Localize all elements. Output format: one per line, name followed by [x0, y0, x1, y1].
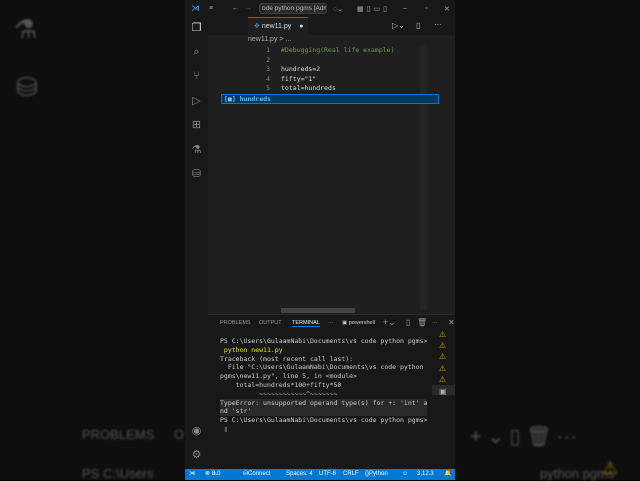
code-line: hundreds=2 — [281, 65, 321, 74]
warning-icon[interactable]: ⚠ — [439, 352, 446, 361]
panel-close-icon[interactable]: ✕ — [448, 318, 455, 327]
bg-problems: PROBLEMS — [82, 427, 155, 442]
split-editor-icon[interactable]: ▯ — [416, 21, 420, 30]
connect-status[interactable]: ⛁ Connect — [243, 469, 270, 480]
split-terminal-icon[interactable]: ▯ — [406, 318, 410, 327]
command-center-search[interactable]: ode python pgms [Admin] — [259, 3, 327, 14]
line-number: 3 — [266, 65, 270, 74]
flask-icon: ⚗ — [14, 14, 38, 44]
account-icon[interactable]: ◉ — [190, 425, 203, 438]
horizontal-scrollbar[interactable] — [281, 308, 355, 313]
tab-terminal[interactable]: TERMINAL — [292, 320, 320, 327]
terminal-line: ▯ — [220, 424, 228, 433]
terminal-line: pgms\new11.py", line 5, in <module> — [220, 372, 357, 381]
autocomplete-suggestion[interactable]: [■] hundreds — [221, 94, 439, 104]
panel-more[interactable]: ··· — [328, 320, 334, 326]
bg-o: O — [174, 427, 185, 442]
terminal-line: File "C:\Users\GulaamNabi\Documents\vs c… — [220, 363, 424, 372]
trash-icon[interactable]: 🗑 — [417, 318, 427, 327]
editor-tabs: ✥ new11.py ● ▷⌄ ▯ ··· — [208, 17, 455, 35]
maximize-button[interactable]: ▫ — [425, 5, 427, 12]
encoding-status[interactable]: UTF-8 — [319, 469, 336, 480]
source-control-icon[interactable]: ⑂ — [190, 70, 203, 83]
terminal-output[interactable]: PS C:\Users\GulaamNabi\Documents\vs code… — [220, 337, 428, 434]
code-line: #Debugging(Real life example) — [281, 46, 395, 54]
close-button[interactable]: ✕ — [444, 5, 450, 13]
language-label: Python — [369, 471, 388, 477]
editor[interactable]: 1 #Debugging(Real life example) 2 3 hundreds… — [208, 45, 455, 310]
terminal-line: PS C:\Users\GulaamNabi\Documents\vs code… — [220, 416, 428, 425]
connect-label: Connect — [248, 471, 271, 477]
tab-new11-py[interactable]: ✥ new11.py ● — [248, 17, 308, 35]
forward-icon[interactable]: → — [245, 5, 252, 12]
more-actions-icon[interactable]: ··· — [434, 20, 442, 29]
python-version[interactable]: 3.12.3 — [417, 469, 434, 480]
tab-label: new11.py — [261, 23, 292, 30]
code-line: total=hundreds — [281, 84, 336, 93]
line-number: 4 — [266, 74, 270, 83]
blurred-background-right — [455, 0, 640, 480]
problems-status[interactable]: ⊗ 0 ⚠ 0 — [205, 469, 221, 480]
database-icon[interactable]: ⛁ — [190, 168, 203, 181]
eol-status[interactable]: CRLF — [343, 469, 359, 480]
panel-more-icon[interactable]: ··· — [432, 320, 438, 326]
bg-ps: PS C:\Users — [82, 466, 154, 481]
python-file-icon: ✥ — [254, 23, 262, 30]
activity-bar: ❐ ⌕ ⑂ ▷ ⊞ ⚗ ⛁ ◉ ⚙ — [185, 17, 208, 469]
vertical-scrollbar[interactable] — [420, 45, 427, 310]
breadcrumb[interactable]: new11.py > ... — [248, 36, 291, 43]
title-bar: ⋊ ≡ ← → ode python pgms [Admin] ◌⌄ ▦▯▭▯ … — [185, 0, 455, 17]
menu-icon[interactable]: ≡ — [209, 5, 213, 12]
line-number: 1 — [266, 46, 270, 54]
shell-label: powershell — [348, 320, 376, 326]
vscode-window: ⋊ ≡ ← → ode python pgms [Admin] ◌⌄ ▦▯▭▯ … — [185, 0, 455, 480]
warning-icon[interactable]: ⚠ — [439, 364, 446, 373]
terminal-line: TypeError: unsupported operand type(s) f… — [220, 398, 428, 408]
terminal-line: total=hundreds*100+fifty*50 — [220, 380, 342, 389]
copilot-icon[interactable]: ◌⌄ — [333, 5, 343, 13]
layout-icons[interactable]: ▦▯▭▯ — [357, 5, 390, 13]
testing-icon[interactable]: ⚗ — [190, 144, 203, 157]
back-icon[interactable]: ← — [232, 5, 239, 12]
language-status[interactable]: {} Python — [365, 469, 388, 480]
indentation-status[interactable]: Spaces: 4 — [286, 469, 313, 480]
minimize-button[interactable]: – — [403, 5, 407, 12]
extensions-icon[interactable]: ⊞ — [190, 119, 203, 132]
line-number: 5 — [266, 84, 270, 93]
terminal-shell-selector[interactable]: ▣ powershell — [342, 320, 375, 326]
settings-gear-icon[interactable]: ⚙ — [190, 449, 203, 462]
warning-icon[interactable]: ⚠ — [439, 341, 446, 350]
copilot-status-icon[interactable]: ☺ — [402, 469, 408, 480]
new-terminal-icon[interactable]: +⌄ — [383, 317, 396, 328]
notifications-icon[interactable]: 🔔 — [444, 469, 451, 480]
terminal-line: nd 'str' — [220, 407, 428, 417]
bg-warning-icon: ⚠ — [602, 458, 619, 478]
warning-count: 0 — [217, 471, 221, 477]
database-icon: ⛁ — [16, 72, 38, 102]
suggestion-label: hundreds — [239, 95, 271, 103]
run-debug-icon[interactable]: ▷ — [190, 95, 203, 108]
run-icon[interactable]: ▷⌄ — [392, 21, 405, 30]
error-count: 0 — [211, 471, 216, 477]
tab-problems[interactable]: PROBLEMS — [220, 320, 251, 326]
terminal-icon[interactable]: ▣ — [439, 387, 447, 396]
remote-icon[interactable]: ⋊ — [189, 469, 195, 480]
status-bar: ⋊ ⊗ 0 ⚠ 0 ⛁ Connect Spaces: 4 UTF-8 CRLF… — [185, 469, 455, 480]
terminal-line: PS C:\Users\GulaamNabi\Documents\vs code… — [220, 337, 428, 345]
bg-icons: + ⌄ ▯ 🗑 ··· — [470, 426, 578, 448]
terminal-line: Traceback (most recent call last): — [220, 354, 354, 363]
warning-icon[interactable]: ⚠ — [439, 330, 446, 339]
search-icon[interactable]: ⌕ — [190, 46, 203, 59]
code-line: fifty="1" — [281, 74, 317, 83]
line-number: 2 — [266, 55, 270, 64]
terminal-line: ~~~~~~~~~~~~^~~~~~~~ — [220, 389, 338, 398]
unsaved-dot: ● — [299, 23, 304, 30]
terminal-line: python new11.py — [220, 345, 283, 354]
tab-output[interactable]: OUTPUT — [259, 320, 282, 326]
variable-icon: [■] — [224, 95, 240, 103]
explorer-icon[interactable]: ❐ — [190, 22, 203, 35]
warning-icon[interactable]: ⚠ — [439, 375, 446, 384]
vscode-logo-icon: ⋊ — [191, 3, 200, 13]
